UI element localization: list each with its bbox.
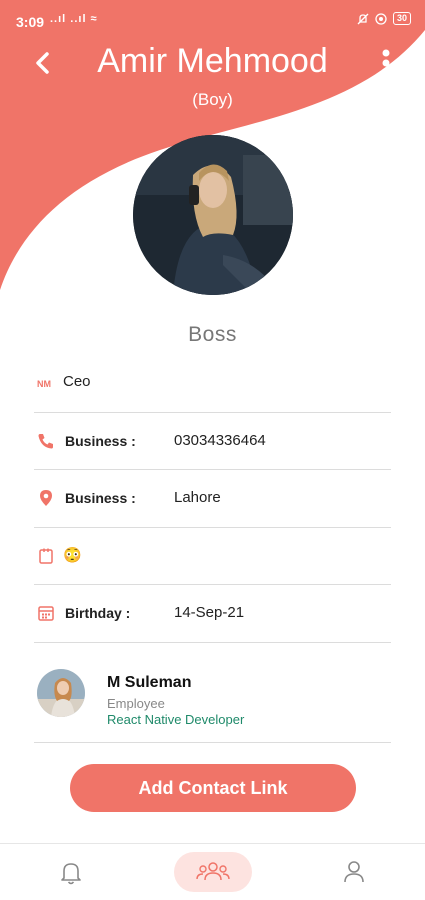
location-row[interactable]: Business : Lahore	[34, 470, 391, 528]
contact-role: Employee	[107, 696, 165, 711]
status-time: 3:09	[16, 14, 45, 30]
birthday-row: Birthday : 14-Sep-21	[34, 585, 391, 643]
badge-icon: NM	[37, 379, 51, 389]
designation-value: Ceo	[63, 373, 91, 390]
linked-contact[interactable]: M Suleman Employee React Native Develope…	[34, 655, 391, 743]
status-icons: 30	[357, 12, 411, 25]
contact-avatar	[37, 669, 85, 717]
birthday-value: 14-Sep-21	[174, 604, 245, 621]
status-bar: 3:09 ..ıl ..ıl ≈ 30	[0, 0, 425, 40]
add-contact-link-button[interactable]: Add Contact Link	[70, 764, 356, 812]
designation-row: NM Ceo	[34, 355, 391, 413]
contact-name: M Suleman	[107, 674, 192, 691]
phone-row[interactable]: Business : 03034336464	[34, 413, 391, 470]
group-icon	[196, 862, 230, 881]
bottom-nav	[0, 843, 425, 900]
page-title: Amir Mehmood	[97, 42, 328, 80]
contact-photo	[37, 669, 85, 717]
nav-profile[interactable]	[334, 852, 374, 892]
nav-notifications[interactable]	[51, 852, 91, 892]
phone-value: 03034336464	[174, 431, 266, 449]
mute-icon	[357, 13, 369, 24]
location-value: Lahore	[174, 489, 221, 506]
note-value: 😳	[63, 546, 82, 564]
note-icon	[39, 548, 53, 564]
location-pin-icon	[40, 490, 52, 506]
svg-text:NM: NM	[37, 379, 51, 389]
page-subtitle: (Boy)	[192, 90, 233, 109]
phone-icon	[38, 433, 53, 448]
role-title: Boss	[188, 323, 237, 346]
profile-avatar	[133, 135, 293, 295]
calendar-icon	[38, 606, 54, 621]
more-menu-button[interactable]	[381, 48, 391, 78]
bell-icon	[61, 863, 81, 885]
birthday-label: Birthday :	[65, 605, 131, 621]
profile-photo	[133, 135, 293, 295]
phone-label: Business :	[65, 432, 136, 449]
note-row: 😳	[34, 528, 391, 585]
signal-icon: ..ıl ..ıl ≈	[50, 13, 98, 25]
location-label: Business :	[65, 490, 136, 506]
battery-icon: 30	[392, 12, 411, 25]
sync-icon	[375, 12, 387, 25]
info-list: NM Ceo Business : 03034336464 Business :…	[34, 355, 391, 643]
nav-contacts[interactable]	[174, 852, 252, 892]
contact-job-title: React Native Developer	[107, 712, 245, 727]
user-icon	[344, 861, 364, 883]
